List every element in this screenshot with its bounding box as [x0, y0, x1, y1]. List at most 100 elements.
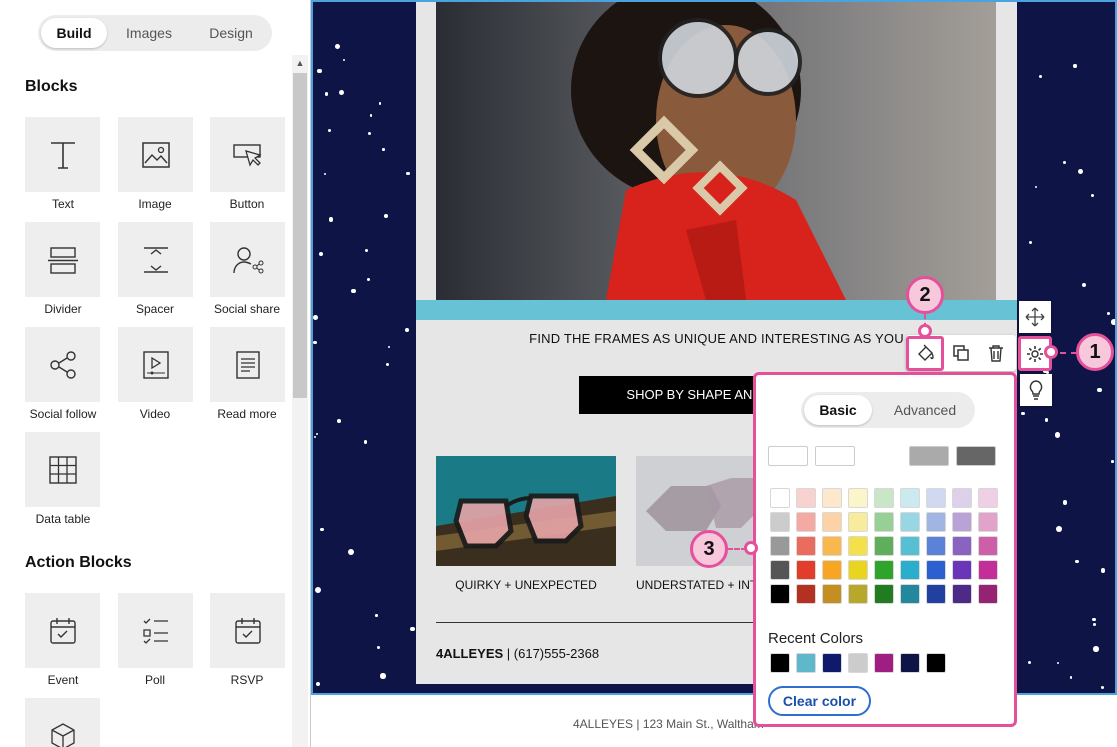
- color-swatch[interactable]: [978, 512, 998, 532]
- tab-build[interactable]: Build: [41, 18, 107, 48]
- color-swatch[interactable]: [822, 560, 842, 580]
- color-swatch[interactable]: [874, 584, 894, 604]
- star-dot: [313, 435, 317, 439]
- tab-advanced[interactable]: Advanced: [879, 395, 971, 425]
- theme-swatch[interactable]: [956, 446, 996, 466]
- lightbulb-icon: [1029, 380, 1043, 400]
- block-data-table[interactable]: [25, 432, 100, 507]
- star-dot: [338, 90, 344, 96]
- block-event[interactable]: [25, 593, 100, 668]
- color-swatch[interactable]: [822, 488, 842, 508]
- color-swatch[interactable]: [822, 512, 842, 532]
- color-swatch[interactable]: [822, 536, 842, 556]
- color-swatch[interactable]: [900, 488, 920, 508]
- star-dot: [406, 171, 410, 176]
- color-swatch[interactable]: [848, 512, 868, 532]
- delete-button[interactable]: [982, 339, 1010, 367]
- color-swatch[interactable]: [900, 536, 920, 556]
- star-dot: [343, 58, 346, 61]
- color-swatch[interactable]: [900, 560, 920, 580]
- color-picker-popover: Basic Advanced Recent Colors Clear color: [753, 372, 1017, 727]
- color-swatch[interactable]: [874, 512, 894, 532]
- sidebar-scrollbar[interactable]: ▲: [292, 55, 308, 747]
- star-dot: [324, 92, 329, 96]
- star-dot: [364, 249, 368, 253]
- color-swatch[interactable]: [978, 560, 998, 580]
- block-poll[interactable]: [118, 593, 193, 668]
- hero-photo[interactable]: [436, 2, 996, 300]
- product-image-1[interactable]: [436, 456, 616, 566]
- color-swatch[interactable]: [978, 584, 998, 604]
- color-swatch[interactable]: [848, 536, 868, 556]
- recent-color-swatch[interactable]: [874, 653, 894, 673]
- move-button[interactable]: [1019, 301, 1051, 333]
- tab-images[interactable]: Images: [113, 18, 185, 48]
- color-swatch[interactable]: [770, 488, 790, 508]
- block-image[interactable]: [118, 117, 193, 192]
- recent-color-swatch[interactable]: [900, 653, 920, 673]
- block-package[interactable]: [25, 698, 100, 747]
- tab-design[interactable]: Design: [195, 18, 267, 48]
- color-swatch[interactable]: [952, 584, 972, 604]
- color-swatch[interactable]: [796, 512, 816, 532]
- color-swatch[interactable]: [952, 536, 972, 556]
- color-swatch[interactable]: [874, 536, 894, 556]
- scroll-thumb[interactable]: [293, 73, 307, 398]
- color-swatch[interactable]: [978, 536, 998, 556]
- theme-swatch[interactable]: [909, 446, 949, 466]
- color-swatch[interactable]: [796, 536, 816, 556]
- color-swatch[interactable]: [822, 584, 842, 604]
- color-swatch[interactable]: [978, 488, 998, 508]
- recent-color-swatch[interactable]: [796, 653, 816, 673]
- color-swatch[interactable]: [770, 536, 790, 556]
- color-swatch[interactable]: [926, 560, 946, 580]
- color-swatch[interactable]: [874, 488, 894, 508]
- theme-swatch[interactable]: [815, 446, 855, 466]
- color-swatch[interactable]: [796, 584, 816, 604]
- recent-color-swatch[interactable]: [848, 653, 868, 673]
- recent-color-swatch[interactable]: [770, 653, 790, 673]
- color-swatch[interactable]: [926, 488, 946, 508]
- color-swatch[interactable]: [900, 512, 920, 532]
- color-swatch[interactable]: [952, 512, 972, 532]
- color-swatch[interactable]: [874, 560, 894, 580]
- color-swatch[interactable]: [796, 560, 816, 580]
- color-swatch[interactable]: [770, 560, 790, 580]
- color-swatch[interactable]: [952, 560, 972, 580]
- theme-swatch[interactable]: [768, 446, 808, 466]
- color-swatch[interactable]: [770, 512, 790, 532]
- recent-color-swatch[interactable]: [822, 653, 842, 673]
- color-swatch[interactable]: [848, 488, 868, 508]
- block-read-more[interactable]: [210, 327, 285, 402]
- tab-basic[interactable]: Basic: [804, 395, 872, 425]
- star-dot: [1028, 241, 1032, 245]
- block-button[interactable]: [210, 117, 285, 192]
- block-video[interactable]: [118, 327, 193, 402]
- color-swatch[interactable]: [900, 584, 920, 604]
- block-divider[interactable]: [25, 222, 100, 297]
- theme-swatch[interactable]: [862, 446, 902, 466]
- color-swatch[interactable]: [848, 584, 868, 604]
- blocks-title: Blocks: [25, 78, 78, 95]
- color-swatch[interactable]: [926, 584, 946, 604]
- star-dot: [1100, 568, 1106, 573]
- scroll-up-icon[interactable]: ▲: [292, 55, 308, 71]
- block-social-follow[interactable]: [25, 327, 100, 402]
- block-text[interactable]: [25, 117, 100, 192]
- color-swatch[interactable]: [796, 488, 816, 508]
- recent-color-swatch[interactable]: [926, 653, 946, 673]
- brand-contact-line[interactable]: 4ALLEYES | (617)555-2368: [436, 646, 599, 661]
- block-social-share[interactable]: [210, 222, 285, 297]
- block-rsvp[interactable]: [210, 593, 285, 668]
- color-swatch[interactable]: [848, 560, 868, 580]
- tips-button[interactable]: [1020, 374, 1052, 406]
- block-spacer[interactable]: [118, 222, 193, 297]
- callout-3: 3: [690, 530, 728, 568]
- picker-tabs: Basic Advanced: [801, 392, 975, 428]
- color-swatch[interactable]: [770, 584, 790, 604]
- color-swatch[interactable]: [926, 536, 946, 556]
- color-swatch[interactable]: [926, 512, 946, 532]
- color-swatch[interactable]: [952, 488, 972, 508]
- clear-color-button[interactable]: Clear color: [768, 686, 871, 716]
- duplicate-button[interactable]: [947, 339, 975, 367]
